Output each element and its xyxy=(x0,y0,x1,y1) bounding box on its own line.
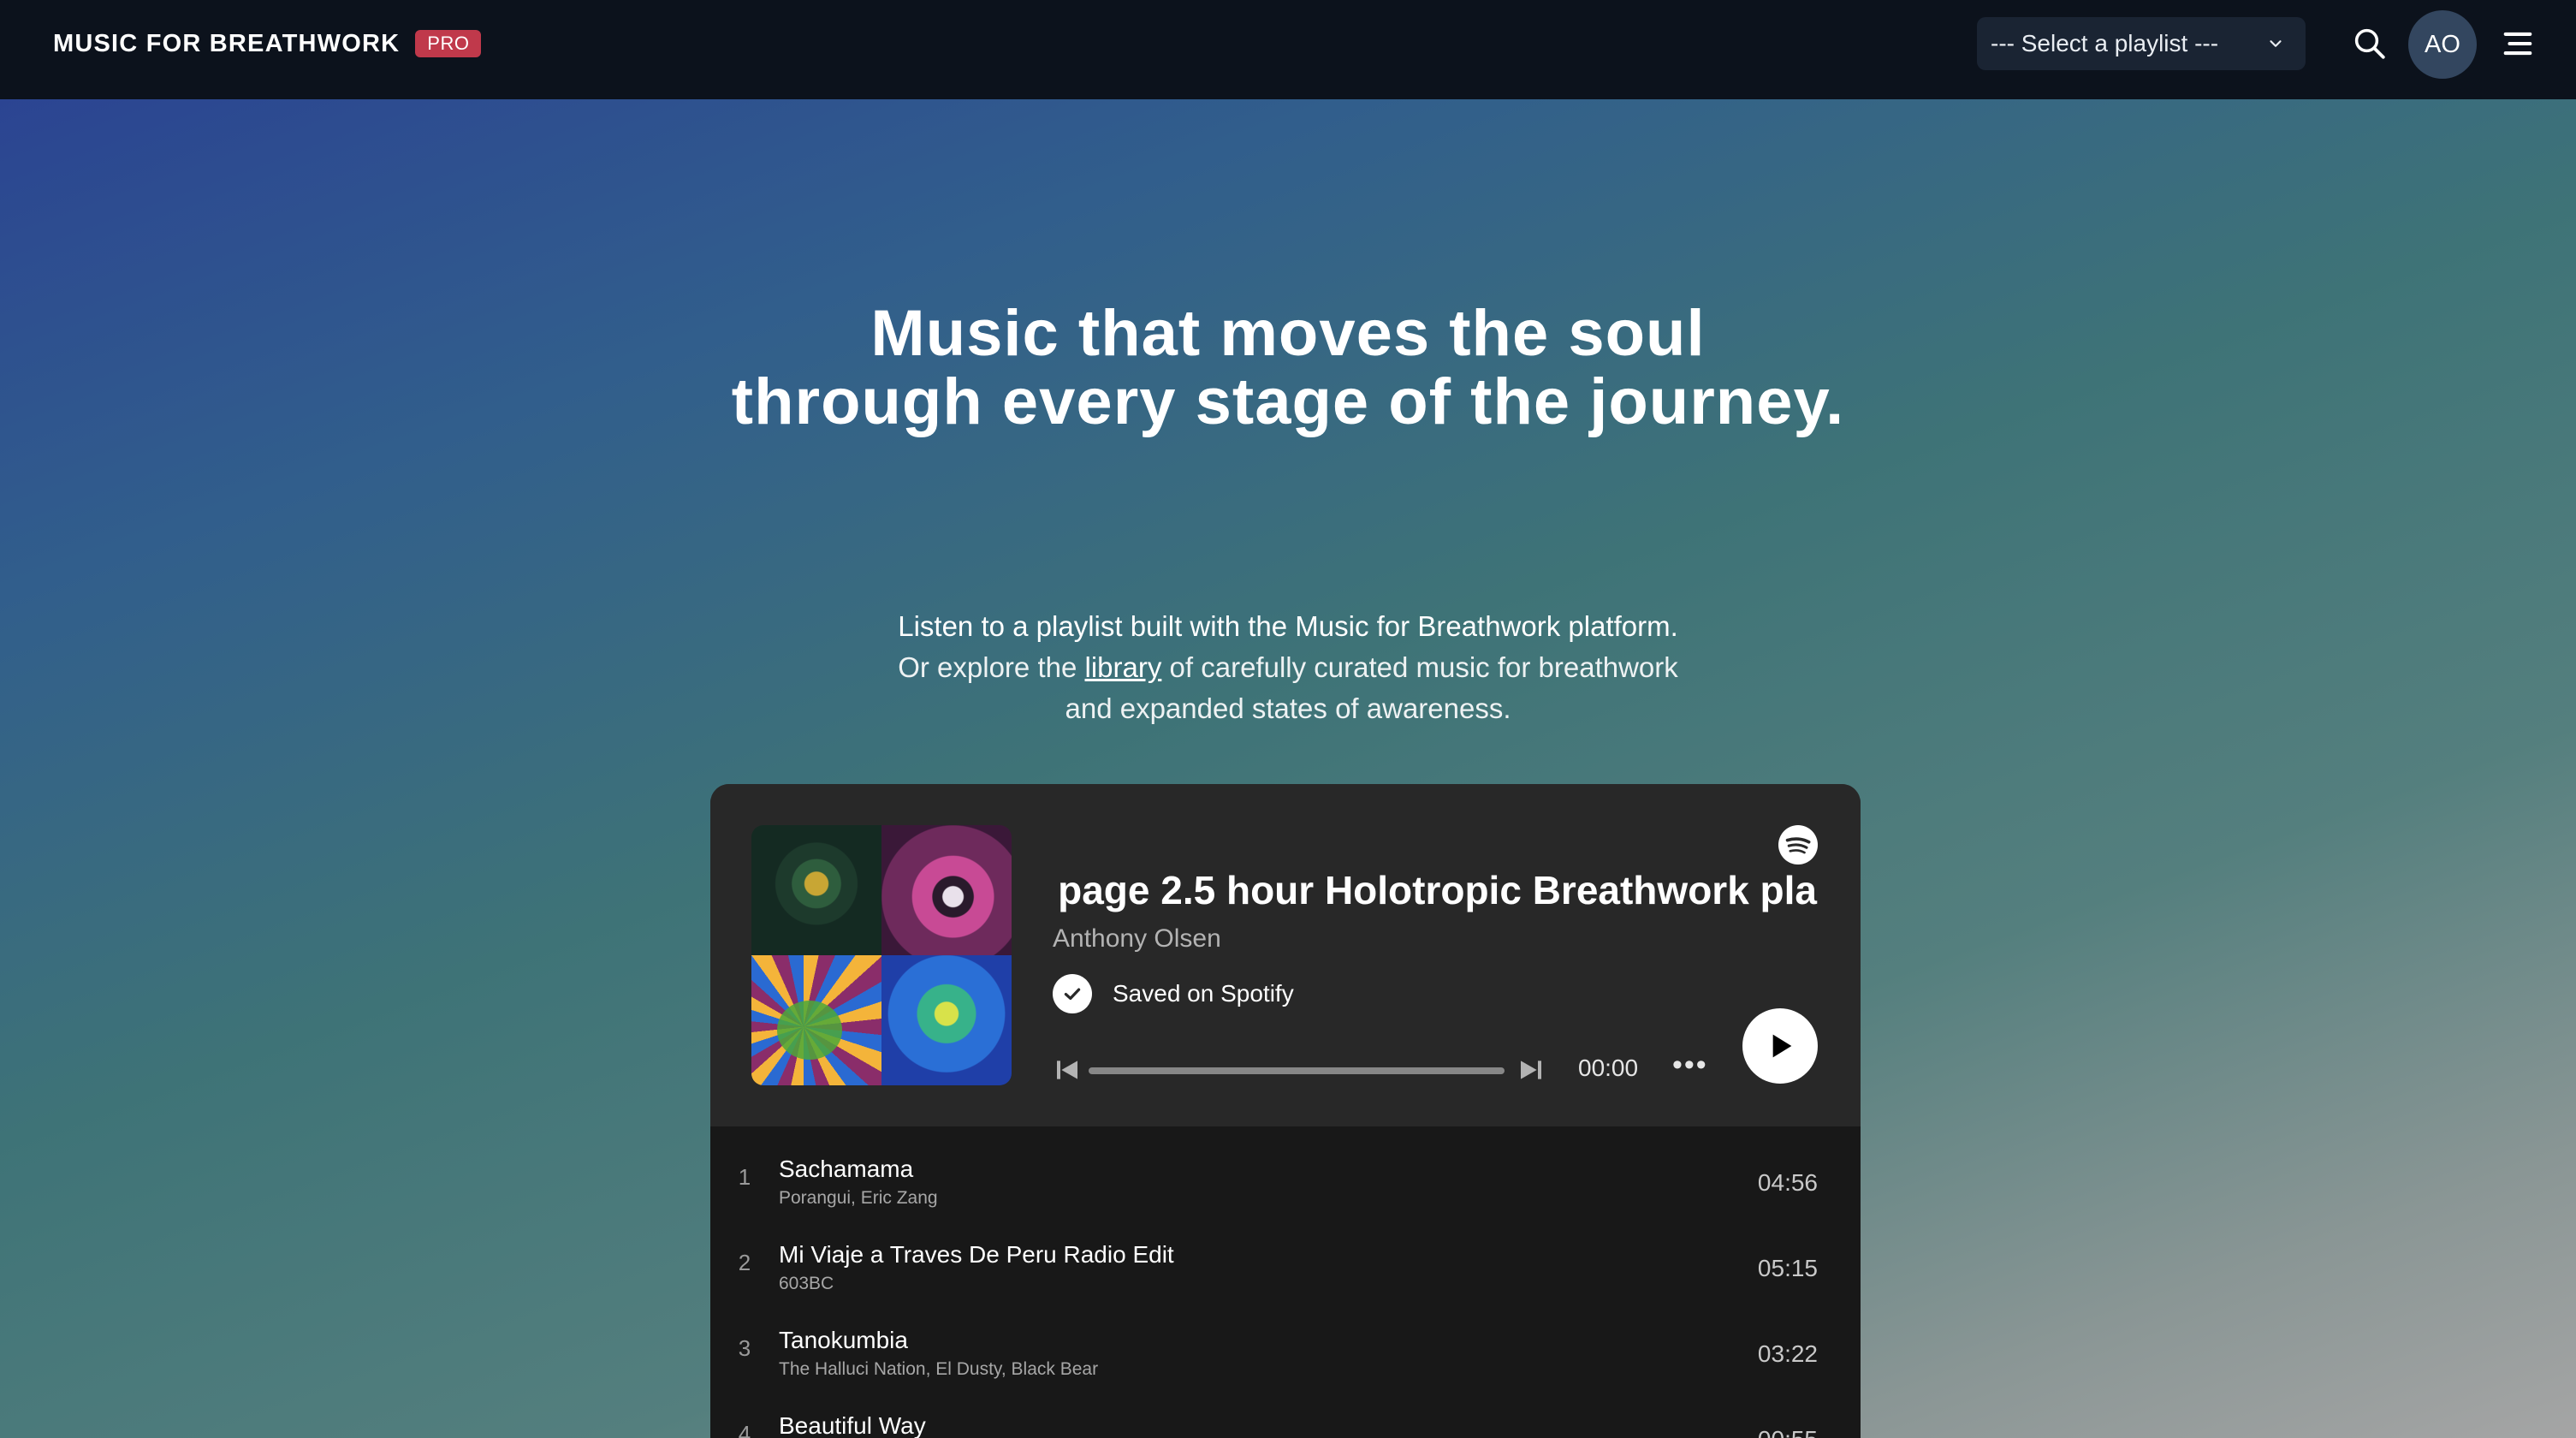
search-icon[interactable] xyxy=(2352,26,2388,62)
track-duration: 05:15 xyxy=(1757,1255,1818,1281)
track-row[interactable]: 3 Tanokumbia The Halluci Nation, El Dust… xyxy=(710,1298,1861,1383)
saved-label: Saved on Spotify xyxy=(1113,980,1294,1007)
play-button[interactable] xyxy=(1742,1008,1818,1084)
saved-status: Saved on Spotify xyxy=(1053,974,1294,1013)
pro-badge: PRO xyxy=(415,30,482,57)
cover-tile-2 xyxy=(881,825,1012,955)
track-title: Tanokumbia xyxy=(779,1327,908,1353)
hero-subtitle: Listen to a playlist built with the Musi… xyxy=(0,606,2576,729)
track-artist: Porangui, Eric Zang xyxy=(779,1188,938,1208)
cover-tile-4 xyxy=(881,955,1012,1085)
playlist-title-text: t page 2.5 hour Holotropic Breathwork pl… xyxy=(1053,868,1818,912)
playlist-select-label: --- Select a playlist --- xyxy=(1991,30,2219,56)
hero-subtitle-line3: and expanded states of awareness. xyxy=(1065,692,1511,724)
previous-track-icon[interactable] xyxy=(1053,1056,1082,1084)
track-duration: 04:56 xyxy=(1757,1169,1818,1196)
track-duration: 03:22 xyxy=(1757,1340,1818,1367)
track-number: 1 xyxy=(738,1164,751,1190)
library-link[interactable]: library xyxy=(1085,651,1162,683)
hero-title-line2: through every stage of the journey. xyxy=(731,365,1845,438)
chevron-down-icon xyxy=(2270,40,2282,47)
track-row[interactable]: 4 Beautiful Way 00:55 xyxy=(710,1383,1861,1438)
hero-title-line1: Music that moves the soul xyxy=(870,297,1706,370)
hero-subtitle-line2-post: of carefully curated music for breathwor… xyxy=(1169,651,1678,683)
play-icon xyxy=(1772,1034,1792,1058)
track-title: Sachamama xyxy=(779,1156,914,1182)
track-number: 2 xyxy=(738,1250,751,1275)
track-row[interactable]: 2 Mi Viaje a Traves De Peru Radio Edit 6… xyxy=(710,1212,1861,1298)
track-row[interactable]: 1 Sachamama Porangui, Eric Zang 04:56 xyxy=(710,1126,1861,1212)
playlist-cover-art[interactable] xyxy=(751,825,1012,1085)
user-avatar[interactable]: AO xyxy=(2408,10,2477,79)
track-artist: 603BC xyxy=(779,1274,834,1293)
track-duration: 00:55 xyxy=(1758,1426,1818,1438)
top-navigation-bar: MUSIC FOR BREATHWORK PRO --- Select a pl… xyxy=(0,0,2576,99)
brand-name[interactable]: MUSIC FOR BREATHWORK xyxy=(53,30,400,58)
track-number: 3 xyxy=(738,1335,751,1361)
progress-bar[interactable] xyxy=(1089,1067,1505,1074)
track-list: 1 Sachamama Porangui, Eric Zang 04:56 2 … xyxy=(710,1126,1861,1438)
cover-tile-3 xyxy=(751,955,881,1085)
spotify-logo-icon[interactable] xyxy=(1778,825,1818,865)
hero-title: Music that moves the soul through every … xyxy=(0,300,2576,437)
playlist-select[interactable]: --- Select a playlist --- xyxy=(1977,17,2306,70)
check-icon[interactable] xyxy=(1053,974,1092,1013)
track-number: 4 xyxy=(738,1421,751,1438)
track-title: Mi Viaje a Traves De Peru Radio Edit xyxy=(779,1241,1174,1268)
player-header: t page 2.5 hour Holotropic Breathwork pl… xyxy=(710,784,1861,1126)
menu-icon[interactable] xyxy=(2501,27,2535,60)
playlist-creator[interactable]: Anthony Olsen xyxy=(1053,924,1221,954)
hero-subtitle-line2: Or explore the library of carefully cura… xyxy=(0,647,2576,688)
cover-tile-1 xyxy=(751,825,881,955)
brand[interactable]: MUSIC FOR BREATHWORK PRO xyxy=(53,26,482,62)
hero-subtitle-line2-pre: Or explore the xyxy=(898,651,1077,683)
spotify-embed-player: t page 2.5 hour Holotropic Breathwork pl… xyxy=(710,784,1861,1438)
next-track-icon[interactable] xyxy=(1517,1056,1546,1084)
playlist-title[interactable]: t page 2.5 hour Holotropic Breathwork pl… xyxy=(1053,863,1819,918)
hero-subtitle-line1: Listen to a playlist built with the Musi… xyxy=(898,610,1678,642)
track-title: Beautiful Way xyxy=(779,1412,926,1438)
more-options-icon[interactable]: ••• xyxy=(1672,1050,1713,1082)
playback-time: 00:00 xyxy=(1578,1055,1639,1081)
track-artist: The Halluci Nation, El Dusty, Black Bear xyxy=(779,1359,1099,1379)
